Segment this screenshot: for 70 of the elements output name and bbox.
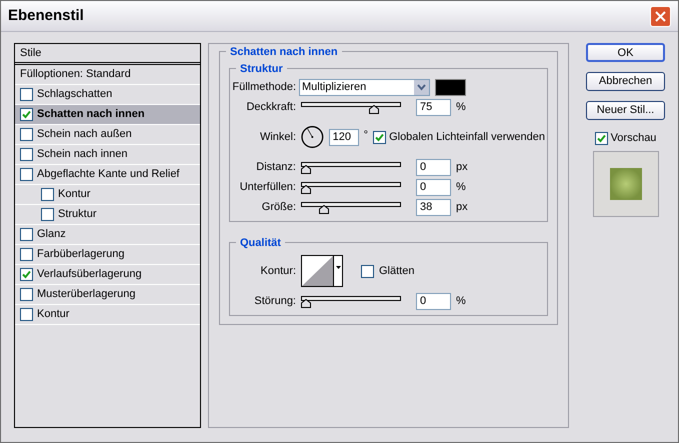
style-item[interactable]: Musterüberlagerung [15, 285, 200, 305]
style-item[interactable]: Kontur [15, 185, 200, 205]
checkbox[interactable] [20, 268, 33, 281]
dialog-button[interactable]: Neuer Stil... [586, 101, 665, 120]
close-icon [655, 10, 666, 22]
checkbox[interactable] [41, 188, 54, 201]
dialog-button[interactable]: Abbrechen [586, 72, 665, 91]
caret-icon [336, 266, 340, 269]
style-item[interactable]: Struktur [15, 205, 200, 225]
field-label: Störung: [253, 294, 296, 309]
unit-label: % [456, 100, 466, 115]
unit-label: px [456, 160, 468, 175]
checkbox[interactable] [20, 128, 33, 141]
slider[interactable] [301, 160, 401, 174]
blend-mode-select[interactable]: Multiplizieren [299, 78, 430, 96]
checkbox[interactable] [20, 168, 33, 181]
checkbox[interactable] [361, 264, 374, 278]
checkbox[interactable] [594, 132, 608, 145]
unit-label: px [456, 200, 468, 215]
value-field[interactable]: 0 [416, 178, 451, 196]
value-field[interactable]: 75 [416, 98, 451, 116]
style-item[interactable]: Verlaufsüberlagerung [15, 265, 200, 285]
style-item[interactable]: Schatten nach innen [15, 105, 200, 125]
field-label: Kontur: [260, 264, 296, 279]
checkbox-label: Glätten [379, 264, 414, 279]
list-header: Stile [15, 44, 200, 65]
style-item[interactable]: Kontur [15, 305, 200, 325]
group-title: Qualität [236, 235, 285, 252]
style-item[interactable]: Fülloptionen: Standard [15, 65, 200, 85]
color-swatch[interactable] [435, 78, 466, 96]
checkbox[interactable] [20, 148, 33, 161]
style-item[interactable]: Abgeflachte Kante und Relief [15, 165, 200, 185]
field-label: Distanz: [255, 160, 296, 175]
value-field[interactable]: 120 [328, 128, 359, 146]
unit-label: ° [364, 128, 368, 143]
checkbox[interactable] [20, 108, 33, 121]
checkbox-label: Globalen Lichteinfall verwenden [389, 130, 545, 145]
window-title: Ebenenstil [8, 6, 84, 26]
field-label: Größe: [260, 200, 296, 215]
checkbox[interactable] [20, 228, 33, 241]
checkbox[interactable] [41, 208, 54, 221]
dropdown-icon [414, 80, 429, 94]
field-label: Unterfüllen: [238, 180, 296, 195]
unit-label: % [456, 180, 466, 195]
value-field[interactable]: 0 [416, 292, 451, 310]
checkbox[interactable] [20, 288, 33, 301]
value-field[interactable]: 38 [416, 198, 451, 216]
checkbox-label: Vorschau [610, 131, 656, 146]
style-item[interactable]: Glanz [15, 225, 200, 245]
dialog-button[interactable]: OK [586, 43, 665, 62]
slider[interactable] [301, 294, 401, 308]
checkbox[interactable] [20, 248, 33, 261]
slider[interactable] [301, 100, 401, 114]
contour-picker[interactable] [301, 255, 343, 287]
slider[interactable] [301, 200, 401, 214]
field-label: Füllmethode: [232, 80, 296, 95]
style-item[interactable]: Farbüberlagerung [15, 245, 200, 265]
checkbox[interactable] [373, 130, 386, 144]
field-label: Winkel: [258, 130, 296, 145]
checkbox[interactable] [20, 308, 33, 321]
field-label: Deckkraft: [245, 100, 296, 115]
unit-label: % [456, 294, 466, 309]
contour-icon [302, 256, 333, 286]
value-field[interactable]: 0 [416, 158, 451, 176]
style-item[interactable]: Schein nach außen [15, 125, 200, 145]
slider[interactable] [301, 180, 401, 194]
checkbox[interactable] [20, 88, 33, 101]
close-button[interactable] [650, 6, 671, 26]
preview-swatch [610, 168, 642, 200]
style-item[interactable]: Schein nach innen [15, 145, 200, 165]
